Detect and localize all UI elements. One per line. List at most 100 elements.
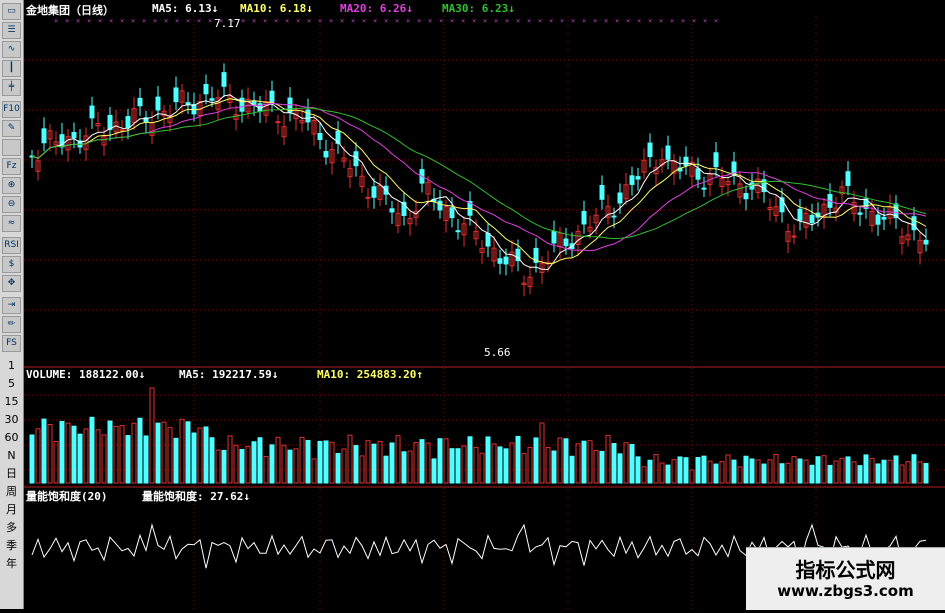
candle-body [41, 128, 47, 144]
volume-bar [353, 445, 359, 484]
candle-body [797, 208, 803, 221]
candle-body [185, 102, 191, 105]
signal-mark: × [560, 17, 564, 25]
signal-mark: × [65, 17, 69, 25]
volume-bar [821, 455, 827, 484]
signal-mark: × [208, 17, 212, 25]
period-button-8[interactable]: 月 [2, 502, 21, 518]
candle-body [695, 168, 701, 180]
signal-mark: × [450, 17, 454, 25]
signal-mark: × [516, 17, 520, 25]
fz-icon[interactable]: Fz [2, 158, 21, 175]
candle-body [875, 214, 881, 225]
f10-icon[interactable]: F10 [2, 101, 21, 118]
volume-bar [893, 455, 899, 484]
period-button-0[interactable]: 1 [2, 358, 21, 374]
candle-body [713, 152, 719, 168]
volume-bar [743, 455, 749, 484]
candle-body [125, 116, 131, 129]
volume-bar [671, 459, 677, 484]
move-icon[interactable]: ✥ [2, 275, 21, 292]
period-button-10[interactable]: 季 [2, 538, 21, 554]
volume-bar [809, 464, 815, 484]
volume-bar [773, 454, 779, 484]
candle-body [317, 133, 323, 141]
fs-icon[interactable]: FS [2, 335, 21, 352]
stock-title: 金地集团（日线） [26, 4, 114, 17]
volume-bar [89, 416, 95, 484]
line-chart-icon[interactable]: ∿ [2, 41, 21, 58]
signal-mark: × [164, 17, 168, 25]
signal-mark: × [439, 17, 443, 25]
volume-bar [797, 458, 803, 484]
volume-bar [869, 457, 875, 484]
volume-bar [839, 457, 845, 484]
volume-bar [137, 417, 143, 484]
period-button-9[interactable]: 多 [2, 520, 21, 536]
volume-bar [125, 435, 131, 484]
volume-bar [785, 462, 791, 484]
volume-bar [533, 437, 539, 484]
volume-bar [497, 446, 503, 484]
indicator-icon[interactable]: ≈ [2, 215, 21, 232]
volume-bar [749, 458, 755, 484]
volume-bar [593, 450, 599, 484]
volume-bar [401, 451, 407, 484]
volume-bar [455, 448, 461, 484]
volume-bar [215, 449, 221, 484]
pencil-icon[interactable]: ✏ [2, 316, 21, 333]
candle-body [365, 196, 371, 199]
volume-bar [119, 425, 125, 484]
volume-label: VOLUME: 188122.00↓ [26, 368, 146, 381]
signal-mark: × [637, 17, 641, 25]
period-button-3[interactable]: 30 [2, 412, 21, 428]
candle-body [119, 129, 125, 132]
period-button-5[interactable]: N [2, 448, 21, 464]
volume-bar [437, 438, 443, 484]
volume-bar [431, 458, 437, 484]
signal-mark: × [417, 17, 421, 25]
volume-bar [317, 440, 323, 484]
note-icon[interactable]: ✎ [2, 120, 21, 137]
zoom-in-icon[interactable]: ⊕ [2, 177, 21, 194]
volume-bar [329, 441, 335, 484]
high-price-label: 7.17 [214, 17, 241, 30]
candle-body [617, 192, 623, 204]
export-icon[interactable]: ⇥ [2, 297, 21, 314]
volume-bar [425, 442, 431, 484]
candle-body [323, 151, 329, 158]
candle-body [497, 258, 503, 264]
volume-bar [713, 463, 719, 484]
volume-bar [233, 444, 239, 484]
volume-bar [347, 434, 353, 484]
period-button-7[interactable]: 周 [2, 484, 21, 500]
volume-bar [335, 452, 341, 484]
zoom-out-icon[interactable]: ⊖ [2, 196, 21, 213]
window-icon[interactable]: ▭ [2, 3, 21, 20]
stock-chart: × × × × × × × × × × × × × × × × × × × × × × × × × × × × × × × × × × × × × × × ×… [24, 0, 945, 609]
signal-mark: × [274, 17, 278, 25]
candlestick-icon[interactable]: ┃ [2, 60, 21, 77]
period-button-1[interactable]: 5 [2, 376, 21, 392]
volume-bar [299, 436, 305, 484]
volume-bar [311, 458, 317, 484]
ma20-line [31, 102, 927, 252]
signal-mark: × [505, 17, 509, 25]
volume-bar [623, 442, 629, 484]
candle-body [305, 109, 311, 123]
period-button-4[interactable]: 60 [2, 430, 21, 446]
candle-body [389, 208, 395, 213]
signal-mark: × [340, 17, 344, 25]
volume-bar [863, 454, 869, 484]
list-icon[interactable]: ☰ [2, 22, 21, 39]
f-icon[interactable] [2, 139, 21, 156]
volume-bar [101, 434, 107, 484]
toolbar: ▭ ☰ ∿ ┃ ╪ F10 ✎ Fz ⊕ ⊖ ≈ RSI $ ✥ ⇥ ✏ FS 1 5 15 30 60 N 日周月多季年 [0, 0, 24, 609]
dollar-icon[interactable]: $ [2, 256, 21, 273]
signal-mark: × [373, 17, 377, 25]
period-button-6[interactable]: 日 [2, 466, 21, 482]
period-button-2[interactable]: 15 [2, 394, 21, 410]
k-line-icon[interactable]: ╪ [2, 79, 21, 96]
period-button-11[interactable]: 年 [2, 556, 21, 572]
rsi-icon[interactable]: RSI [2, 237, 21, 254]
